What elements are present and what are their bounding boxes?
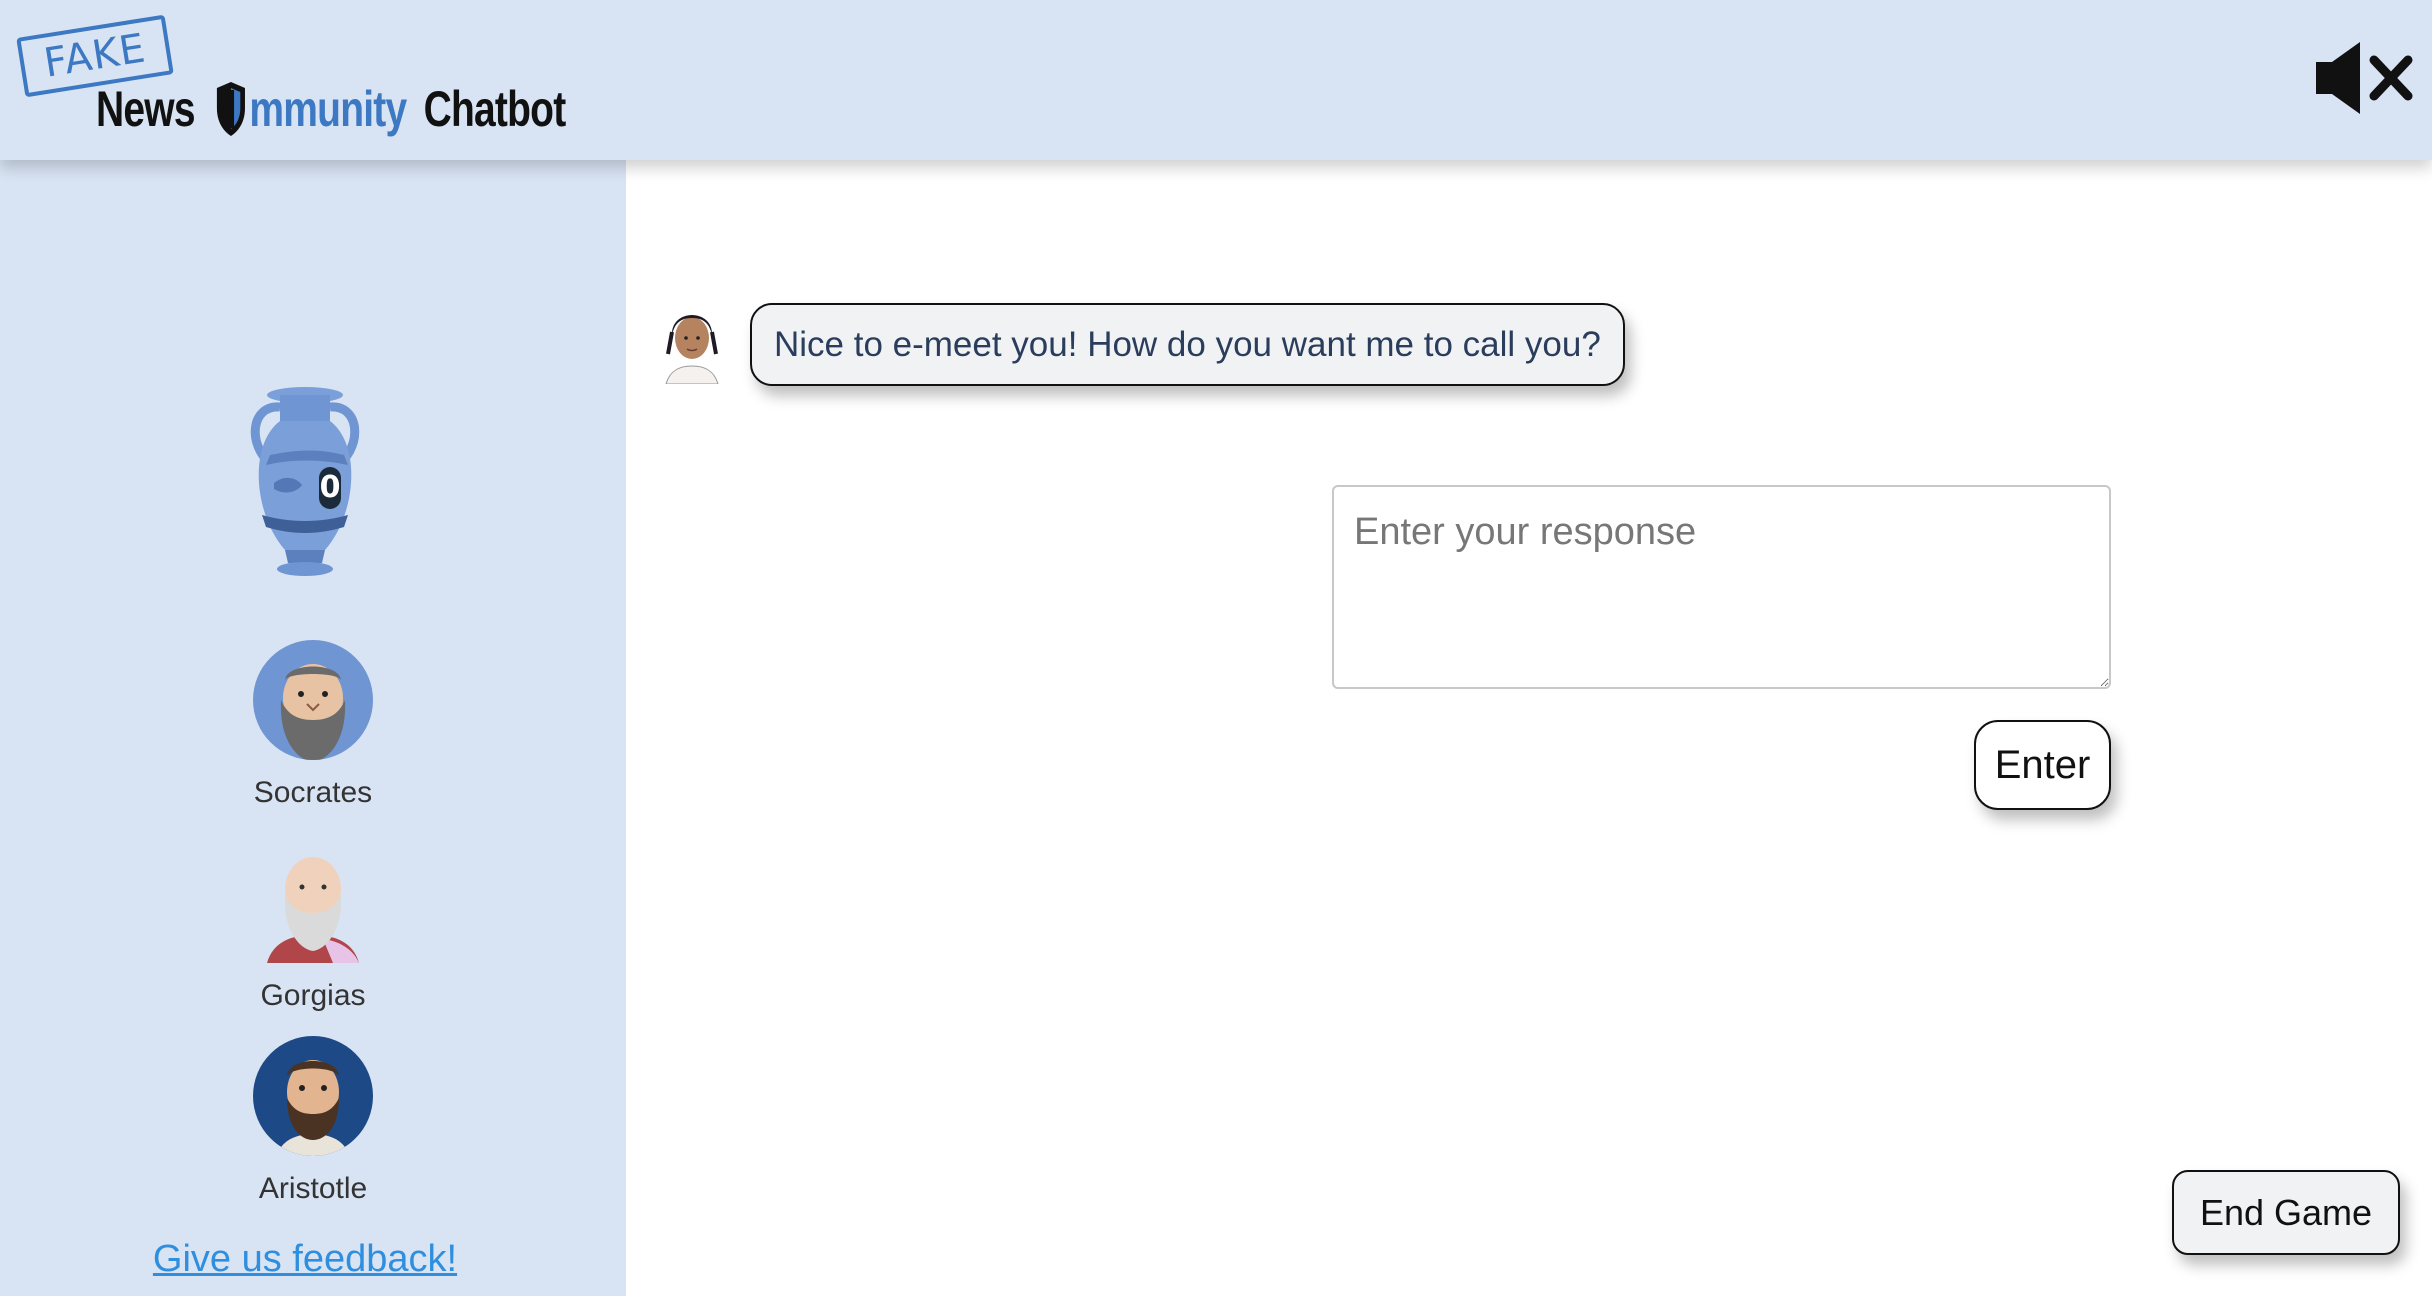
character-name: Gorgias [260, 979, 366, 1012]
socrates-avatar [253, 640, 373, 760]
character-aristotle[interactable]: Aristotle [0, 1036, 626, 1206]
logo-title: News mmunity Chatbot [96, 74, 567, 144]
amphora-vase-icon [250, 387, 360, 576]
character-name: Socrates [253, 776, 373, 809]
app-logo: FAKE News mmunity Chatbot [16, 14, 618, 137]
end-game-button[interactable]: End Game [2172, 1170, 2400, 1255]
character-name: Aristotle [258, 1172, 368, 1205]
speaker-muted-icon [2316, 42, 2413, 114]
aristotle-avatar [253, 1036, 373, 1156]
shield-icon [216, 82, 245, 136]
bot-message-bubble: Nice to e-meet you! How do you want me t… [750, 303, 1625, 386]
feedback-link[interactable]: Give us feedback! [0, 1238, 610, 1281]
logo-word-chatbot: Chatbot [423, 81, 567, 137]
character-socrates[interactable]: Socrates [0, 640, 626, 810]
character-gorgias[interactable]: Gorgias [0, 843, 626, 1013]
score-vase: 0 [240, 385, 370, 580]
logo-word-immunity-text: mmunity [249, 81, 407, 137]
mute-toggle-button[interactable] [2314, 38, 2414, 118]
response-input[interactable] [1332, 485, 2111, 689]
characters-sidebar: 0 Socrates Gorgias Aristotle Give us fee… [0, 160, 626, 1296]
logo-word-immunity: mmunity [213, 80, 407, 138]
chatbot-avatar [656, 302, 728, 385]
logo-word-news: News [96, 81, 196, 137]
app-header: FAKE News mmunity Chatbot [0, 0, 2432, 160]
score-badge: 0 [319, 467, 341, 509]
gorgias-avatar [253, 843, 373, 963]
enter-button[interactable]: Enter [1974, 720, 2111, 810]
